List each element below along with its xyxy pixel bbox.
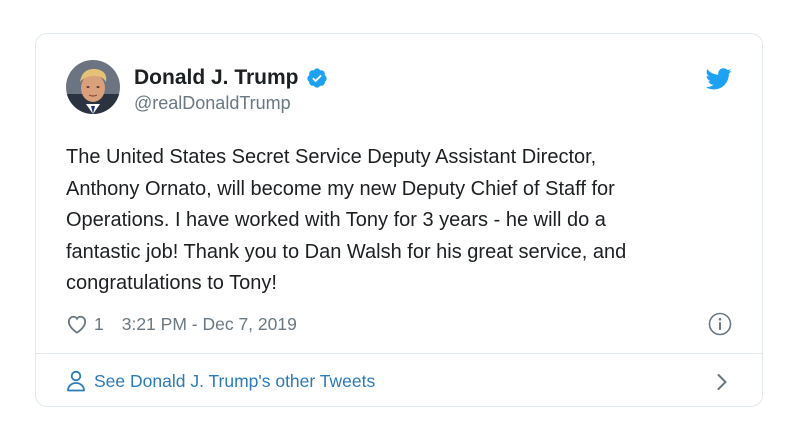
info-icon[interactable] <box>708 312 732 336</box>
author-names[interactable]: Donald J. Trump @realDonaldTrump <box>134 66 328 115</box>
chevron-right-icon[interactable] <box>716 373 728 391</box>
avatar-image <box>66 60 120 114</box>
avatar[interactable] <box>66 60 120 114</box>
tweet-meta: 1 3:21 PM - Dec 7, 2019 <box>66 308 732 340</box>
author-handle[interactable]: @realDonaldTrump <box>134 91 328 115</box>
embedded-tweet-card: Donald J. Trump @realDonaldTrump The Uni… <box>35 33 763 407</box>
author-display-name[interactable]: Donald J. Trump <box>134 66 299 90</box>
author-display-name-row[interactable]: Donald J. Trump <box>134 66 328 90</box>
see-other-tweets-label[interactable]: See Donald J. Trump's other Tweets <box>94 371 375 392</box>
tweet-text: The United States Secret Service Deputy … <box>66 146 627 294</box>
person-icon <box>67 370 85 392</box>
see-other-tweets-link[interactable]: See Donald J. Trump's other Tweets <box>66 364 732 398</box>
verified-badge-icon <box>306 68 327 88</box>
divider <box>36 353 762 354</box>
twitter-bird-icon[interactable] <box>706 68 732 90</box>
heart-icon[interactable] <box>66 314 88 334</box>
like-count[interactable]: 1 <box>94 314 104 335</box>
tweet-timestamp[interactable]: 3:21 PM - Dec 7, 2019 <box>122 314 297 335</box>
tweet-header: Donald J. Trump @realDonaldTrump <box>66 60 732 120</box>
